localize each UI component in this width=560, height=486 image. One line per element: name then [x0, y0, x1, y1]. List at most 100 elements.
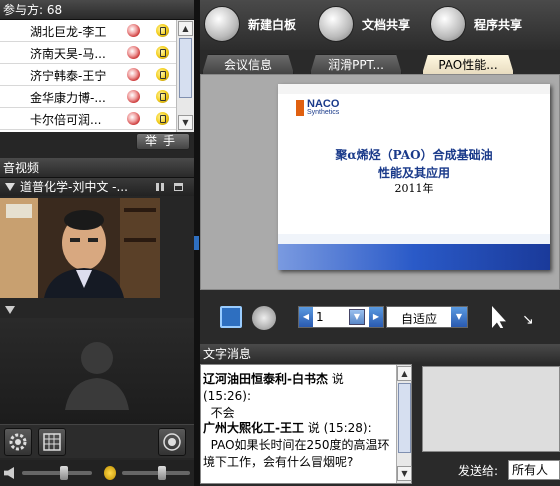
- participant-name: 湖北巨龙-李工: [30, 25, 107, 39]
- participant-name: 金华康力博-...: [30, 91, 106, 105]
- lock-icon[interactable]: [156, 24, 169, 37]
- chat-scrollbar[interactable]: ▲ ▼: [396, 365, 412, 483]
- logo-text-bottom: Synthetics: [307, 109, 340, 116]
- send-to-select[interactable]: 所有人: [508, 460, 560, 480]
- microphone-icon[interactable]: [104, 466, 116, 480]
- chat-log[interactable]: 辽河油田恒泰利-白书杰 说 (15:26): 不会 广州大熙化工-王工 说 (1…: [200, 364, 412, 484]
- chat-text: 不会: [210, 406, 235, 420]
- page-dropdown-icon[interactable]: ▼: [349, 309, 365, 325]
- participant-row[interactable]: 卡尔倍可润...: [0, 108, 176, 130]
- chat-header: 文字消息: [200, 344, 560, 364]
- participant-row[interactable]: 济南天昊-马...: [0, 42, 176, 64]
- av-header: 音视频: [0, 158, 194, 178]
- microphone-icon[interactable]: [127, 90, 140, 103]
- app-share-label: 程序共享: [474, 18, 523, 32]
- participant-scrollbar[interactable]: ▲ ▼: [176, 20, 194, 132]
- scroll-thumb[interactable]: [398, 383, 411, 453]
- video-feed: [0, 198, 160, 298]
- chat-message: 辽河油田恒泰利-白书杰 说 (15:26): 不会: [203, 371, 395, 422]
- participant-list[interactable]: 湖北巨龙-李工 济南天昊-马... 济宁韩泰-王宁 金华康力博-... 卡尔倍可…: [0, 20, 194, 132]
- video-image: [0, 198, 160, 298]
- microphone-icon[interactable]: [127, 68, 140, 81]
- scroll-up-icon[interactable]: ▲: [397, 366, 412, 381]
- slide-header-strip: [278, 84, 550, 94]
- chat-time: (15:28):: [323, 421, 372, 435]
- speaker-icon[interactable]: [4, 467, 14, 479]
- lock-icon[interactable]: [156, 68, 169, 81]
- screen-share-icon: [430, 6, 466, 42]
- tab-pao-performance[interactable]: PAO性能...: [422, 54, 514, 74]
- participant-name: 济宁韩泰-王宁: [30, 69, 107, 83]
- zoom-value: 自适应: [401, 312, 438, 326]
- lock-icon[interactable]: [156, 90, 169, 103]
- slide-subtitle: 性能及其应用: [377, 166, 450, 180]
- participant-name: 济南天昊-马...: [30, 47, 106, 61]
- participant-name: 卡尔倍可润...: [30, 113, 102, 127]
- chat-said: 说: [303, 421, 320, 435]
- scroll-down-icon[interactable]: ▼: [397, 466, 412, 481]
- pointer-tool-icon[interactable]: [252, 306, 276, 330]
- microphone-icon[interactable]: [127, 112, 140, 125]
- participants-header: 参与方: 68: [0, 0, 194, 20]
- raise-hand-button[interactable]: 举手: [136, 133, 190, 150]
- user-silhouette-icon: [65, 342, 129, 410]
- participant-row[interactable]: 金华康力博-...: [0, 86, 176, 108]
- mic-volume-slider[interactable]: [122, 471, 190, 475]
- collapse-icon[interactable]: [5, 183, 15, 191]
- video-record-icon[interactable]: [158, 428, 186, 456]
- tab-lubricant-ppt[interactable]: 润滑PPT...: [310, 54, 402, 74]
- cursor-arrow-icon[interactable]: [492, 306, 506, 328]
- next-page-icon[interactable]: ▶: [369, 307, 383, 327]
- collapse-icon[interactable]: [5, 306, 15, 314]
- chat-sender: 广州大熙化工-王工: [203, 421, 304, 435]
- speaker-volume-slider[interactable]: [22, 471, 92, 475]
- tab-meeting-info[interactable]: 会议信息: [202, 54, 294, 74]
- lock-icon[interactable]: [156, 112, 169, 125]
- pause-icon-bar: [161, 183, 164, 191]
- prev-page-icon[interactable]: ◀: [299, 307, 313, 327]
- top-toolbar: 新建白板 文档共享 程序共享: [200, 0, 560, 50]
- pen-tool-icon[interactable]: ↘: [522, 312, 534, 328]
- scroll-thumb[interactable]: [179, 38, 192, 98]
- whiteboard-icon: [204, 6, 240, 42]
- scroll-down-icon[interactable]: ▼: [178, 115, 193, 130]
- microphone-icon[interactable]: [127, 46, 140, 59]
- chat-input[interactable]: [422, 366, 560, 452]
- zoom-dropdown-icon[interactable]: ▼: [451, 307, 467, 327]
- microphone-icon[interactable]: [127, 24, 140, 37]
- page-number: 1: [316, 310, 324, 324]
- grid-layout-icon[interactable]: [38, 428, 66, 456]
- slide-year: 2011年: [394, 182, 434, 195]
- document-tabs: 会议信息 润滑PPT... PAO性能...: [200, 52, 560, 74]
- video-label: 道普化学-刘中文 -...: [20, 180, 128, 194]
- slide-footer-strip: [278, 234, 550, 244]
- mic-volume-knob[interactable]: [158, 466, 166, 480]
- participant-row[interactable]: 济宁韩泰-王宁: [0, 64, 176, 86]
- slide-controls: ◀ 1 ▼ ▶ 自适应 ▼ ↘: [200, 296, 560, 340]
- logo-mark-icon: [296, 100, 304, 116]
- participant-row[interactable]: 湖北巨龙-李工: [0, 20, 176, 42]
- chat-sender: 辽河油田恒泰利-白书杰: [203, 372, 328, 386]
- chat-text: PAO如果长时间在250度的高温环境下工作，会有什么冒烟呢?: [203, 438, 390, 469]
- new-whiteboard-label: 新建白板: [248, 18, 297, 32]
- speaker-volume-knob[interactable]: [60, 466, 68, 480]
- video-slot-bar[interactable]: [0, 302, 194, 318]
- page-selector[interactable]: ◀ 1 ▼ ▶: [298, 306, 384, 328]
- empty-video-slot: [0, 318, 194, 424]
- maximize-icon[interactable]: [174, 183, 183, 191]
- pause-icon[interactable]: [156, 183, 159, 191]
- save-icon[interactable]: [220, 306, 242, 328]
- doc-share-label: 文档共享: [362, 18, 411, 32]
- scroll-up-icon[interactable]: ▲: [178, 21, 193, 36]
- zoom-select[interactable]: 自适应 ▼: [386, 306, 468, 328]
- settings-gear-icon[interactable]: [4, 428, 32, 456]
- send-to-label: 发送给:: [458, 464, 499, 478]
- slide: NACO Synthetics 聚α烯烃（PAO）合成基础油 性能及其应用 20…: [278, 84, 550, 270]
- slide-title: 聚α烯烃（PAO）合成基础油: [335, 148, 493, 162]
- collapse-arrow-icon[interactable]: [194, 236, 199, 250]
- lock-icon[interactable]: [156, 46, 169, 59]
- video-title-bar[interactable]: 道普化学-刘中文 -...: [0, 178, 194, 196]
- slide-footer-bar: [278, 244, 550, 270]
- chat-time: (15:26):: [203, 389, 251, 403]
- document-icon: [318, 6, 354, 42]
